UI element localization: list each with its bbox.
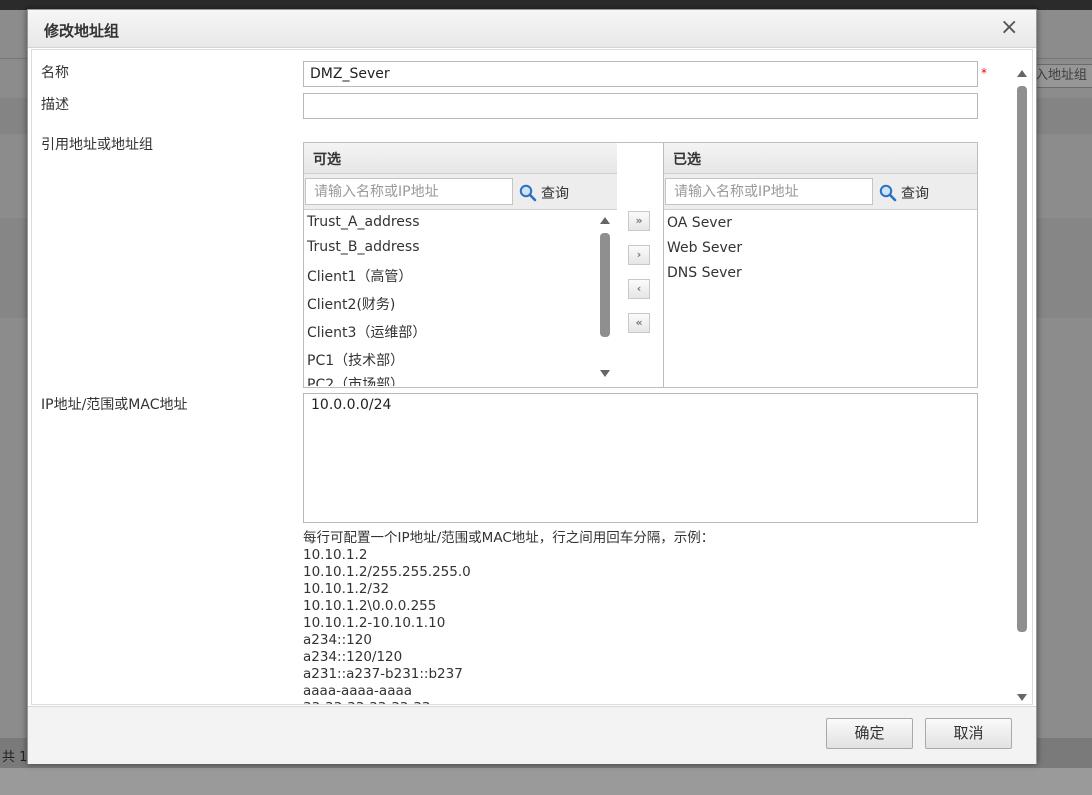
available-scrollbar[interactable] <box>597 211 613 387</box>
background-import-button: 入地址组 <box>1030 64 1092 88</box>
available-panel: 可选 查询 Trust_A_address Trust_B_address Cl… <box>303 142 618 388</box>
list-item[interactable]: Trust_A_address <box>307 214 420 230</box>
list-item[interactable]: Client2(财务) <box>307 294 395 314</box>
list-item[interactable]: PC1（技术部） <box>307 350 404 370</box>
add-all-button[interactable]: » <box>628 211 650 231</box>
available-search-button[interactable]: 查询 <box>519 183 569 203</box>
dialog-body: 名称 DMZ_Sever * 描述 引用地址或地址组 可选 查询 Trust_A… <box>31 49 1033 705</box>
scroll-thumb[interactable] <box>1017 86 1027 632</box>
dialog-header: 修改地址组 × <box>28 10 1036 48</box>
hint-text: 每行可配置一个IP地址/范围或MAC地址，行之间用回车分隔，示例： 10.10.… <box>303 530 715 704</box>
add-button[interactable]: › <box>628 245 650 265</box>
close-icon[interactable]: × <box>1000 17 1018 39</box>
list-item[interactable]: Web Sever <box>667 240 742 256</box>
selected-search-label: 查询 <box>901 186 929 202</box>
list-item[interactable]: Trust_B_address <box>307 239 420 255</box>
scroll-up-icon[interactable] <box>1017 70 1027 77</box>
cancel-button[interactable]: 取消 <box>925 718 1012 749</box>
hint-example: 10.10.1.2\0.0.0.255 <box>303 598 437 614</box>
list-item[interactable]: DNS Sever <box>667 265 742 281</box>
hint-intro: 每行可配置一个IP地址/范围或MAC地址，行之间用回车分隔，示例： <box>303 530 715 546</box>
remove-all-button[interactable]: « <box>628 313 650 333</box>
dialog-footer: 确定 取消 <box>28 706 1036 764</box>
selected-panel: 已选 查询 OA Sever Web Sever DNS Sever <box>663 142 978 388</box>
selected-search-button[interactable]: 查询 <box>879 183 929 203</box>
scroll-thumb[interactable] <box>600 233 610 337</box>
available-search-bar: 查询 <box>304 174 617 210</box>
ok-button[interactable]: 确定 <box>826 718 913 749</box>
list-item[interactable]: OA Sever <box>667 215 732 231</box>
available-title: 可选 <box>304 143 617 174</box>
ip-mac-textarea[interactable]: 10.0.0.0/24 <box>303 393 978 523</box>
available-search-input[interactable] <box>305 178 513 205</box>
ip-mac-label: IP地址/范围或MAC地址 <box>41 397 188 413</box>
hint-example: a234::120 <box>303 632 372 648</box>
hint-example: 10.10.1.2 <box>303 547 368 563</box>
scroll-down-icon[interactable] <box>600 370 610 377</box>
search-icon <box>519 184 537 202</box>
name-input[interactable]: DMZ_Sever <box>303 61 978 87</box>
hint-example: 10.10.1.2/32 <box>303 581 390 597</box>
available-search-label: 查询 <box>541 186 569 202</box>
hint-example: aaaa-aaaa-aaaa <box>303 683 413 699</box>
hint-example: a234::120/120 <box>303 649 403 665</box>
hint-example: a231::a237-b231::b237 <box>303 666 463 682</box>
list-item[interactable]: PC2（市场部） <box>307 374 404 386</box>
scroll-up-icon[interactable] <box>600 217 610 224</box>
description-input[interactable] <box>303 93 978 119</box>
list-item[interactable]: Client1（高管） <box>307 266 412 286</box>
selected-search-bar: 查询 <box>664 174 977 210</box>
reference-label: 引用地址或地址组 <box>41 137 153 153</box>
list-item[interactable]: Client3（运维部） <box>307 322 426 342</box>
background-footer-count: 共 1 <box>2 750 28 765</box>
edit-address-group-dialog: 修改地址组 × 名称 DMZ_Sever * 描述 引用地址或地址组 可选 查询 <box>27 9 1037 764</box>
description-label: 描述 <box>41 97 69 113</box>
selected-title: 已选 <box>664 143 977 174</box>
hint-example: 10.10.1.2-10.10.1.10 <box>303 615 446 631</box>
dialog-scrollbar[interactable] <box>1014 66 1030 704</box>
background-bottom-bar <box>0 768 1092 795</box>
dialog-title: 修改地址组 <box>44 22 120 40</box>
search-icon <box>879 184 897 202</box>
selected-search-input[interactable] <box>665 178 873 205</box>
hint-example: 10.10.1.2/255.255.255.0 <box>303 564 471 580</box>
hint-example: 33-33-33-33-33-33 <box>303 700 714 704</box>
move-buttons-column: » › ‹ « <box>617 142 664 388</box>
remove-button[interactable]: ‹ <box>628 279 650 299</box>
scroll-down-icon[interactable] <box>1017 694 1027 701</box>
name-label: 名称 <box>41 65 69 81</box>
required-mark: * <box>981 66 987 80</box>
